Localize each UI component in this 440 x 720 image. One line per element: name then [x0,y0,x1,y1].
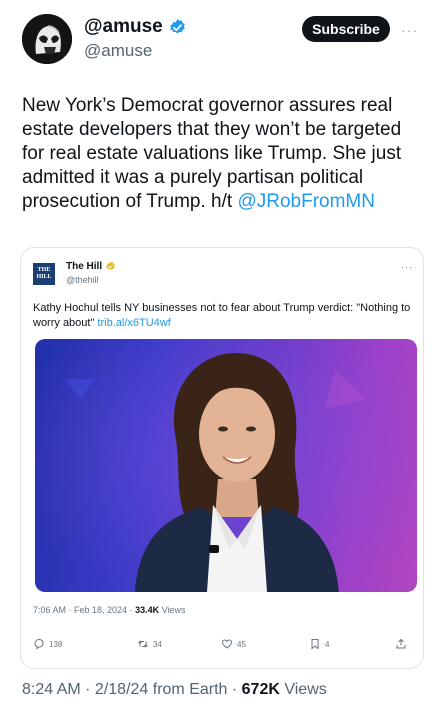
quoted-tweet[interactable]: THE HILL The Hill @thehill ··· Kathy Hoc… [20,247,424,669]
quote-display-name[interactable]: The Hill [66,261,116,272]
reply-count: 138 [49,639,63,649]
reply-action[interactable]: 138 [33,638,62,650]
subscribe-button[interactable]: Subscribe [302,16,390,42]
tweet-text: New York’s Democrat governor assures rea… [22,94,422,214]
quote-body: Kathy Hochul tells NY businesses not to … [33,302,411,329]
the-hill-logo: THE HILL [33,263,55,285]
gold-verified-badge-icon [106,261,115,270]
quote-link[interactable]: trib.al/x6TU4wf [97,317,170,329]
share-action[interactable] [395,638,407,650]
display-name[interactable]: @amuse [84,16,187,38]
quote-name-text: The Hill [66,261,103,272]
retweet-action[interactable]: 34 [137,638,162,650]
quote-views-count: 33.4K [135,605,160,615]
quote-metadata: 7:06 AM · Feb 18, 2024 · 33.4K Views [33,605,185,615]
quote-timestamp: 7:06 AM · Feb 18, 2024 · [33,605,136,615]
quote-views-label: Views [159,605,186,615]
quote-photo[interactable] [35,339,417,592]
tweet-metadata: 8:24 AM · 2/18/24 from Earth · 672K View… [22,681,327,699]
heart-icon [221,639,233,649]
mention-link[interactable]: @JRobFromMN [237,191,375,212]
like-action[interactable]: 45 [221,638,246,650]
quote-handle: @thehill [66,275,99,285]
logo-text-top: THE [37,267,51,273]
more-options-icon[interactable]: ··· [401,22,418,38]
display-name-text: @amuse [84,16,163,37]
tweet-header: @amuse @amuse Subscribe ··· [0,0,440,80]
bookmark-action[interactable]: 4 [309,638,329,650]
retweet-count: 34 [153,639,162,649]
portrait-image [35,339,417,592]
quote-action-bar: 138 34 45 4 [21,636,423,656]
verified-badge-icon [169,18,185,33]
avatar[interactable] [22,14,72,64]
like-count: 45 [237,639,246,649]
bookmark-icon [311,639,319,650]
stormtrooper-avatar-image [22,14,72,64]
tweet-views-count: 672K [241,681,280,698]
retweet-icon [138,640,148,648]
logo-text-bottom: HILL [36,274,52,280]
tweet-views-label: Views [279,681,327,698]
bookmark-count: 4 [325,639,330,649]
reply-icon [34,638,44,650]
share-icon [396,638,406,649]
tweet-timestamp: 8:24 AM · 2/18/24 from Earth · [22,681,242,698]
quote-more-icon[interactable]: ··· [401,262,413,272]
quote-text: Kathy Hochul tells NY businesses not to … [33,301,413,331]
handle: @amuse [84,41,153,60]
